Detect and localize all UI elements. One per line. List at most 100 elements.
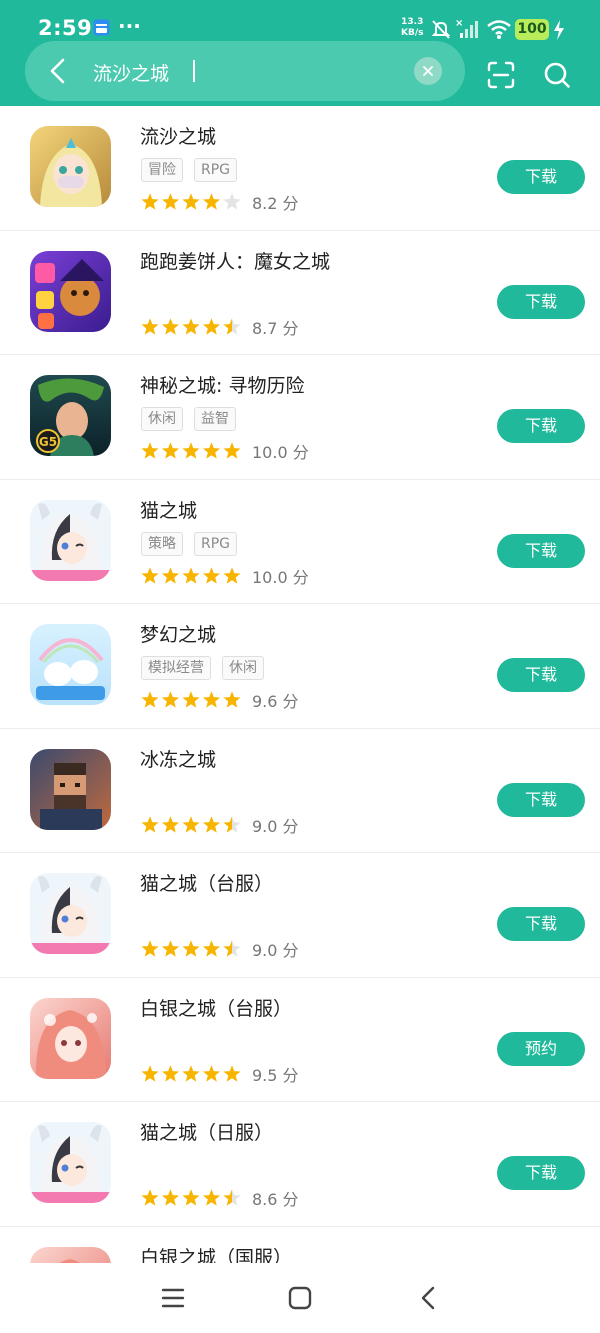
tag: 冒险 xyxy=(141,158,183,182)
app-header: 2:59 ··· 13.3 KB/s × 100 流沙之城 xyxy=(0,0,600,106)
star-icon xyxy=(141,940,159,957)
app-list-item[interactable]: 冰冻之城 9.0 分 下载 xyxy=(0,729,600,853)
search-input[interactable]: 流沙之城 xyxy=(93,59,169,86)
app-name[interactable]: 白银之城（国服） xyxy=(140,1243,292,1264)
rating-score: 8.7 分 xyxy=(252,318,299,338)
app-name[interactable]: 白银之城（台服） xyxy=(140,994,292,1021)
system-nav-bar xyxy=(0,1263,600,1333)
download-button[interactable]: 下载 xyxy=(497,409,585,443)
star-icon xyxy=(161,566,180,584)
app-name[interactable]: 猫之城 xyxy=(140,496,197,523)
back-chevron-icon[interactable] xyxy=(416,1285,442,1311)
tag: 益智 xyxy=(194,407,236,431)
star-icon xyxy=(182,1189,200,1206)
star-icon xyxy=(202,193,221,210)
search-results-list[interactable]: 流沙之城 冒险 RPG 8.2 分 下载 跑跑姜饼人：魔女之城 8.7 分 下载 xyxy=(0,106,600,1263)
scan-icon[interactable] xyxy=(487,61,515,89)
app-list-item[interactable]: 跑跑姜饼人：魔女之城 8.7 分 下载 xyxy=(0,231,600,355)
star-icon xyxy=(141,442,159,459)
tag: 休闲 xyxy=(222,656,264,680)
star-icon xyxy=(182,317,200,335)
app-list-item[interactable]: 猫之城 策略 RPG 10.0 分 下载 xyxy=(0,480,600,604)
search-bar[interactable]: 流沙之城 xyxy=(25,41,465,101)
download-button[interactable]: 下载 xyxy=(497,533,585,568)
star-icon xyxy=(182,1064,200,1082)
svg-text:×: × xyxy=(455,18,463,29)
close-icon xyxy=(423,66,433,76)
menu-icon[interactable] xyxy=(160,1285,186,1311)
app-icon-cat-city-jp xyxy=(30,1122,111,1203)
star-icon xyxy=(161,691,180,708)
app-list-item[interactable]: 白银之城（国服） xyxy=(0,1227,600,1264)
star-icon xyxy=(223,691,241,708)
app-list-item[interactable]: G5 神秘之城: 寻物历险 休闲 益智 10.0 分 下载 xyxy=(0,355,600,480)
app-list-item[interactable]: 梦幻之城 模拟经营 休闲 9.6 分 下载 xyxy=(0,604,600,729)
download-button[interactable]: 下载 xyxy=(497,1156,585,1190)
signal-icon: × xyxy=(455,18,478,38)
reserve-button[interactable]: 预约 xyxy=(497,1031,585,1066)
app-list-item[interactable]: 流沙之城 冒险 RPG 8.2 分 下载 xyxy=(0,106,600,231)
wifi-icon xyxy=(487,20,511,39)
star-icon xyxy=(161,317,180,335)
app-list-item[interactable]: 猫之城（台服） 9.0 分 下载 xyxy=(0,853,600,978)
app-name[interactable]: 猫之城（台服） xyxy=(140,869,273,896)
download-button[interactable]: 下载 xyxy=(497,658,585,692)
star-icon xyxy=(141,1064,159,1082)
net-speed-value: 13.3 xyxy=(401,17,424,27)
download-button[interactable]: 下载 xyxy=(497,160,585,194)
star-icon xyxy=(141,815,159,833)
download-button[interactable]: 下载 xyxy=(497,907,585,941)
star-icon xyxy=(182,815,200,833)
app-name[interactable]: 冰冻之城 xyxy=(140,745,216,772)
back-arrow-icon[interactable] xyxy=(47,58,69,84)
app-name[interactable]: 流沙之城 xyxy=(140,122,216,149)
net-speed-unit: KB/s xyxy=(401,28,424,38)
search-icon[interactable] xyxy=(543,61,571,89)
app-list-item[interactable]: 白银之城（台服） 9.5 分 预约 xyxy=(0,978,600,1102)
notification-icon xyxy=(93,19,110,36)
star-icon xyxy=(182,442,200,459)
star-icon xyxy=(223,193,241,210)
app-list-item[interactable]: 猫之城（日服） 8.6 分 下载 xyxy=(0,1102,600,1227)
tag: 策略 xyxy=(141,531,183,556)
app-name[interactable]: 神秘之城: 寻物历险 xyxy=(140,371,304,398)
app-icon-cat-city xyxy=(30,499,111,581)
tag: 休闲 xyxy=(141,407,183,431)
app-name[interactable]: 梦幻之城 xyxy=(140,620,216,647)
star-icon xyxy=(223,317,241,335)
app-icon-cat-city-tw xyxy=(30,873,111,954)
more-notifications-icon: ··· xyxy=(118,14,141,38)
star-icon xyxy=(202,940,221,957)
star-rating xyxy=(141,317,241,335)
app-tags: 休闲 益智 xyxy=(141,407,247,431)
app-name[interactable]: 猫之城（日服） xyxy=(140,1118,273,1145)
star-icon xyxy=(161,815,180,833)
download-button[interactable]: 下载 xyxy=(497,284,585,319)
star-icon xyxy=(223,940,241,957)
star-icon xyxy=(202,566,221,584)
star-icon xyxy=(182,940,200,957)
star-icon xyxy=(161,940,180,957)
star-icon xyxy=(141,1189,159,1206)
star-rating xyxy=(141,1189,241,1206)
tag: 模拟经营 xyxy=(141,656,211,680)
charging-icon xyxy=(554,20,564,40)
star-icon xyxy=(202,691,221,708)
star-icon xyxy=(223,566,241,584)
app-icon-frozen-city xyxy=(30,748,111,830)
app-name[interactable]: 跑跑姜饼人：魔女之城 xyxy=(140,247,330,274)
star-icon xyxy=(202,442,221,459)
home-square-icon[interactable] xyxy=(287,1285,313,1311)
rating-score: 8.6 分 xyxy=(252,1190,299,1209)
star-icon xyxy=(182,691,200,708)
download-button[interactable]: 下载 xyxy=(497,782,585,817)
star-icon xyxy=(202,815,221,833)
star-icon xyxy=(161,442,180,459)
star-icon xyxy=(141,566,159,584)
app-icon-liusha xyxy=(30,126,111,207)
rating-score: 9.5 分 xyxy=(252,1065,299,1085)
app-tags: 策略 RPG xyxy=(141,531,248,556)
tag: RPG xyxy=(194,158,238,182)
clear-search-button[interactable] xyxy=(414,57,442,85)
star-icon xyxy=(223,1064,241,1082)
